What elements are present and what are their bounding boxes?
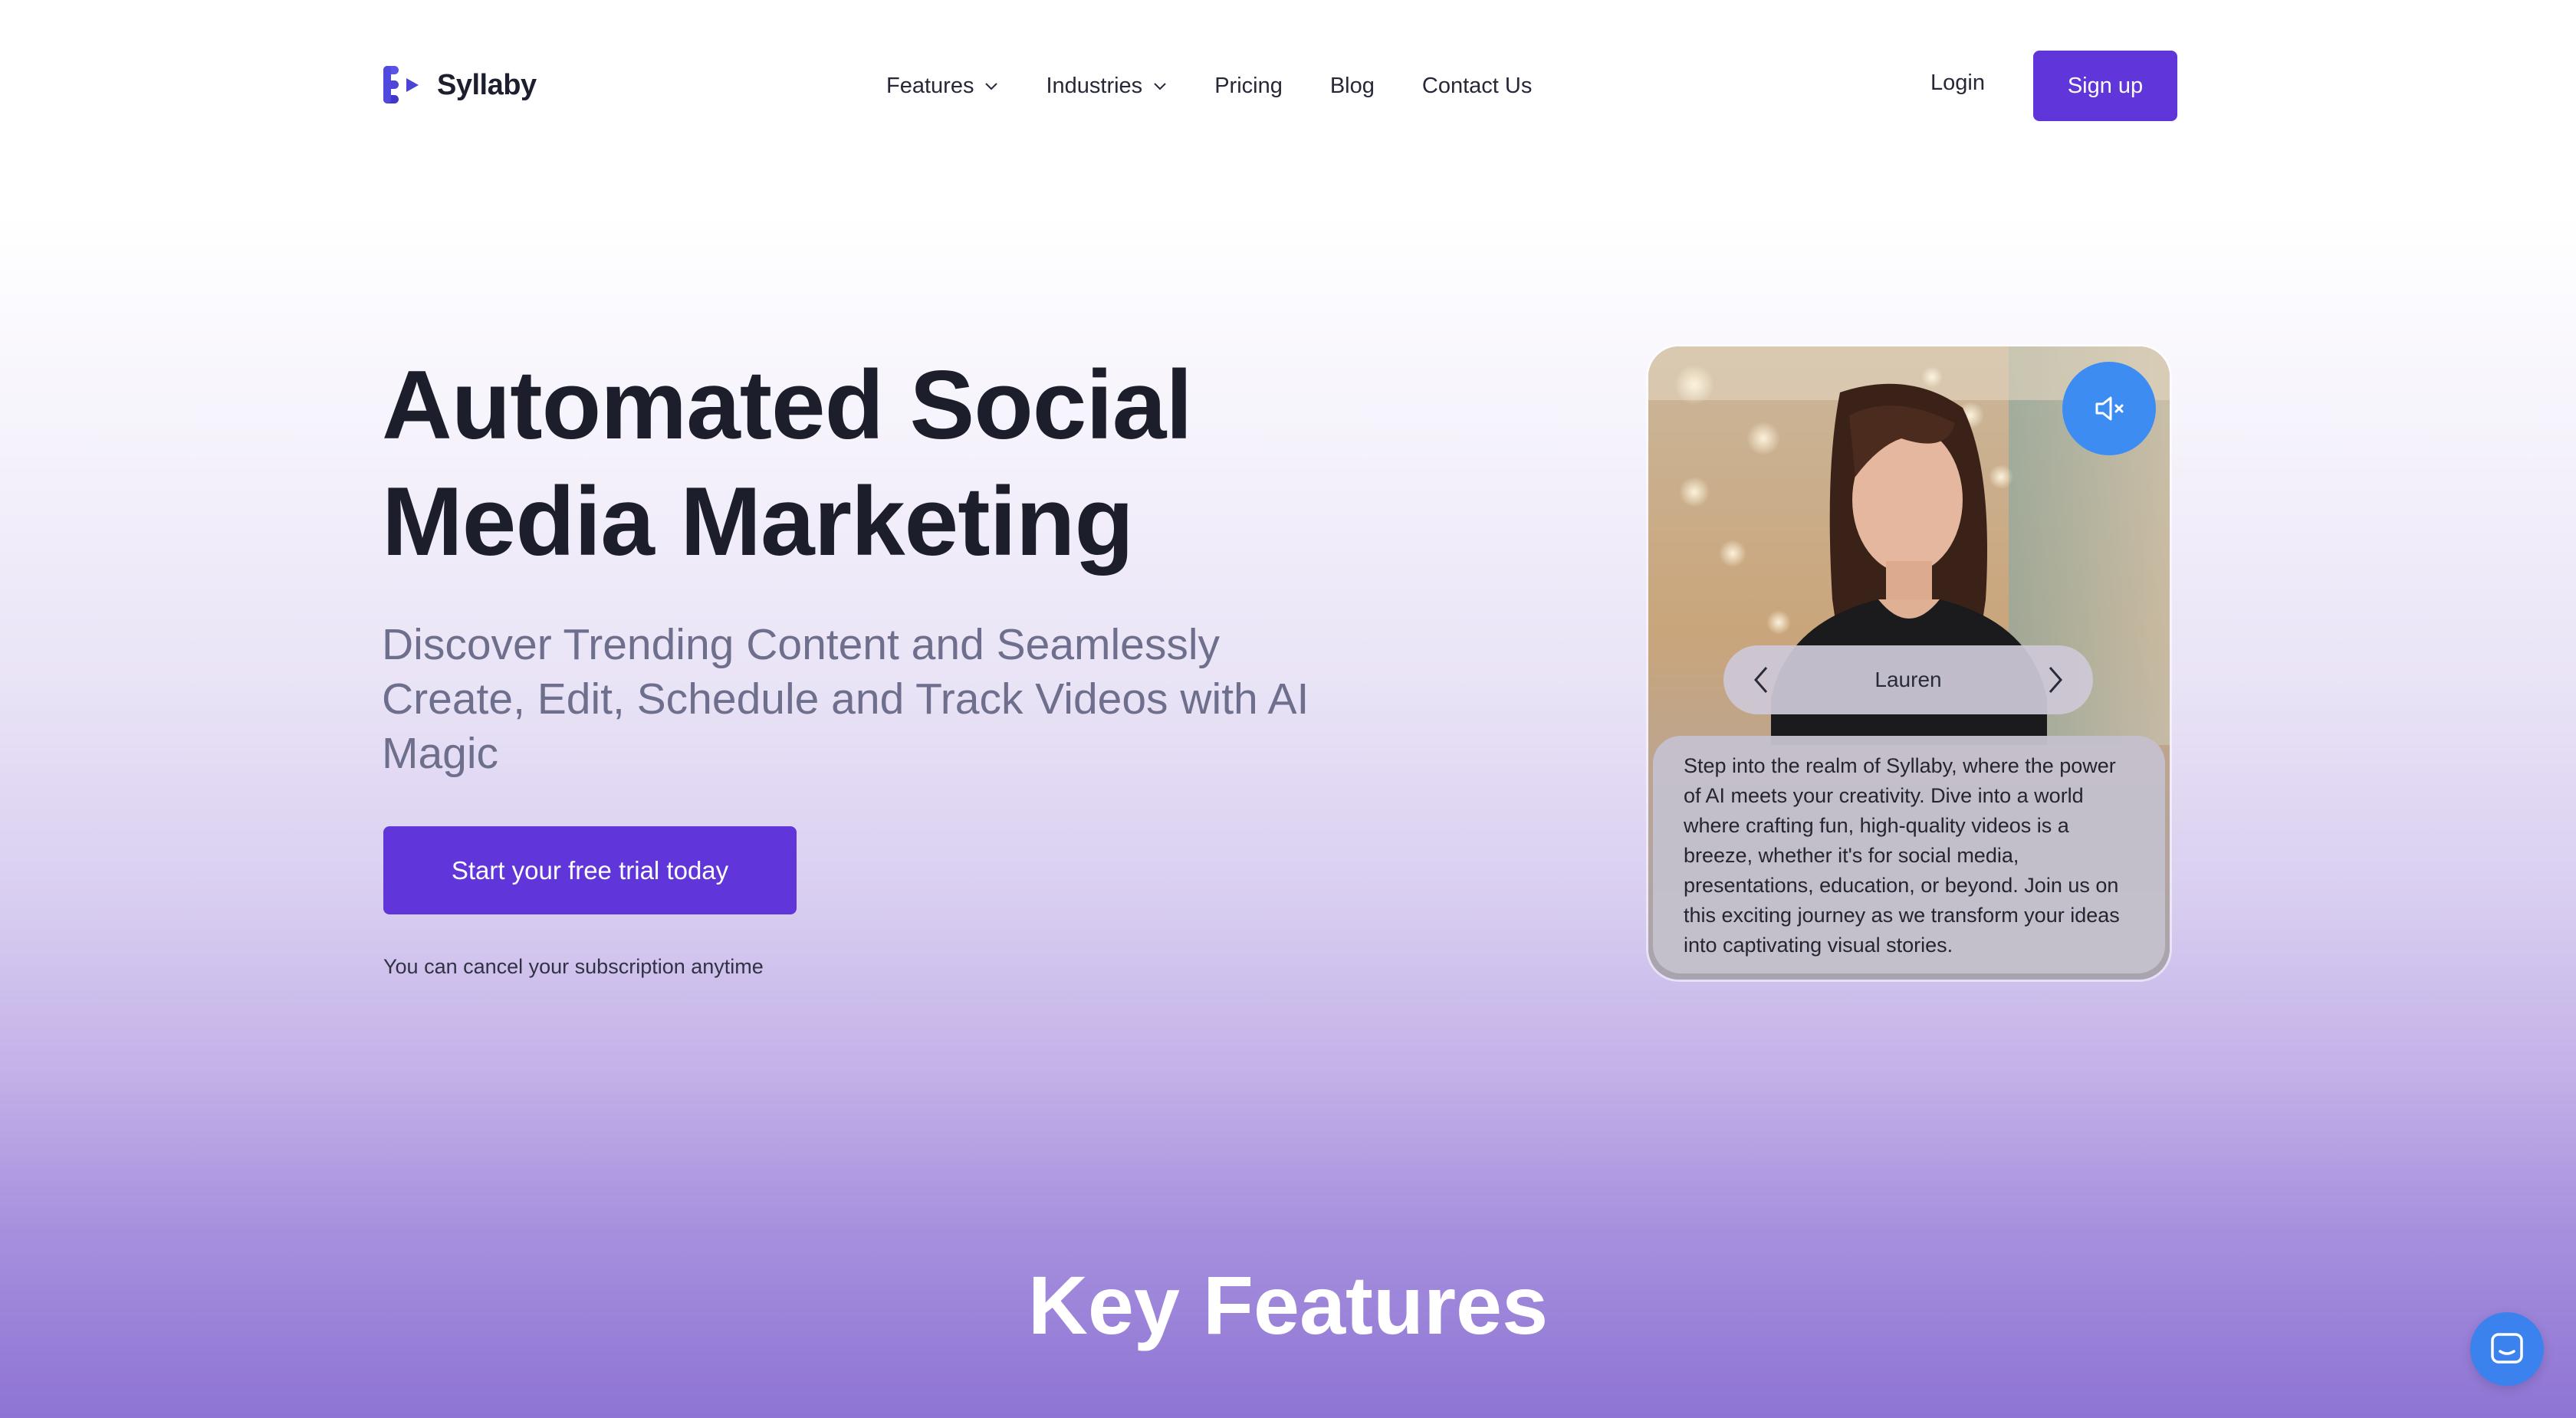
nav-item-label: Features <box>886 73 974 98</box>
chat-icon <box>2491 1333 2523 1364</box>
chevron-right-icon <box>2049 667 2062 693</box>
hero-subtitle: Discover Trending Content and Seamlessly… <box>382 620 1309 778</box>
nav-item-label: Industries <box>1046 73 1143 98</box>
nav-item-blog[interactable]: Blog <box>1330 74 1375 99</box>
chevron-left-icon <box>1754 667 1768 693</box>
previous-avatar-button[interactable] <box>1748 666 1776 694</box>
hero-title-line-2: Media Marketing <box>382 467 1134 576</box>
brand-name: Syllaby <box>437 68 537 101</box>
syllaby-logo-icon <box>383 66 419 103</box>
speaker-muted-icon <box>2095 396 2124 421</box>
key-features-heading: Key Features <box>1027 1259 1549 1351</box>
nav-item-industries[interactable]: Industries <box>1046 74 1167 99</box>
mute-toggle-button[interactable] <box>2062 362 2156 455</box>
avatar-video-card[interactable]: Lauren Step into the realm of Syllaby, w… <box>1648 346 2170 980</box>
start-free-trial-button[interactable]: Start your free trial today <box>383 826 797 914</box>
nav-item-pricing[interactable]: Pricing <box>1214 74 1283 99</box>
hero-title-line-1: Automated Social <box>382 350 1193 459</box>
next-avatar-button[interactable] <box>2041 666 2068 694</box>
nav-item-label: Pricing <box>1214 73 1283 98</box>
hero-title: Automated Social Media Marketing <box>382 346 1378 579</box>
avatar-picker: Lauren <box>1723 645 2093 714</box>
signup-button[interactable]: Sign up <box>2033 51 2177 121</box>
top-navigation: Syllaby Features Industries Pricing Blog… <box>0 0 2576 172</box>
brand-logo[interactable]: Syllaby <box>382 63 537 107</box>
chevron-down-icon <box>1154 83 1166 90</box>
avatar-speech-bubble: Step into the realm of Syllaby, where th… <box>1653 736 2165 973</box>
nav-links: Features Industries Pricing Blog Contact… <box>886 66 1579 106</box>
chevron-down-icon <box>985 83 998 90</box>
nav-item-label: Blog <box>1329 73 1375 98</box>
nav-item-features[interactable]: Features <box>886 74 998 99</box>
avatar-name: Lauren <box>1875 668 1942 691</box>
cancel-subscription-note: You can cancel your subscription anytime <box>383 955 764 978</box>
nav-item-contact-us[interactable]: Contact Us <box>1422 74 1532 99</box>
chat-widget-button[interactable] <box>2470 1312 2544 1386</box>
login-link[interactable]: Login <box>1930 71 1985 96</box>
nav-item-label: Contact Us <box>1421 73 1533 98</box>
